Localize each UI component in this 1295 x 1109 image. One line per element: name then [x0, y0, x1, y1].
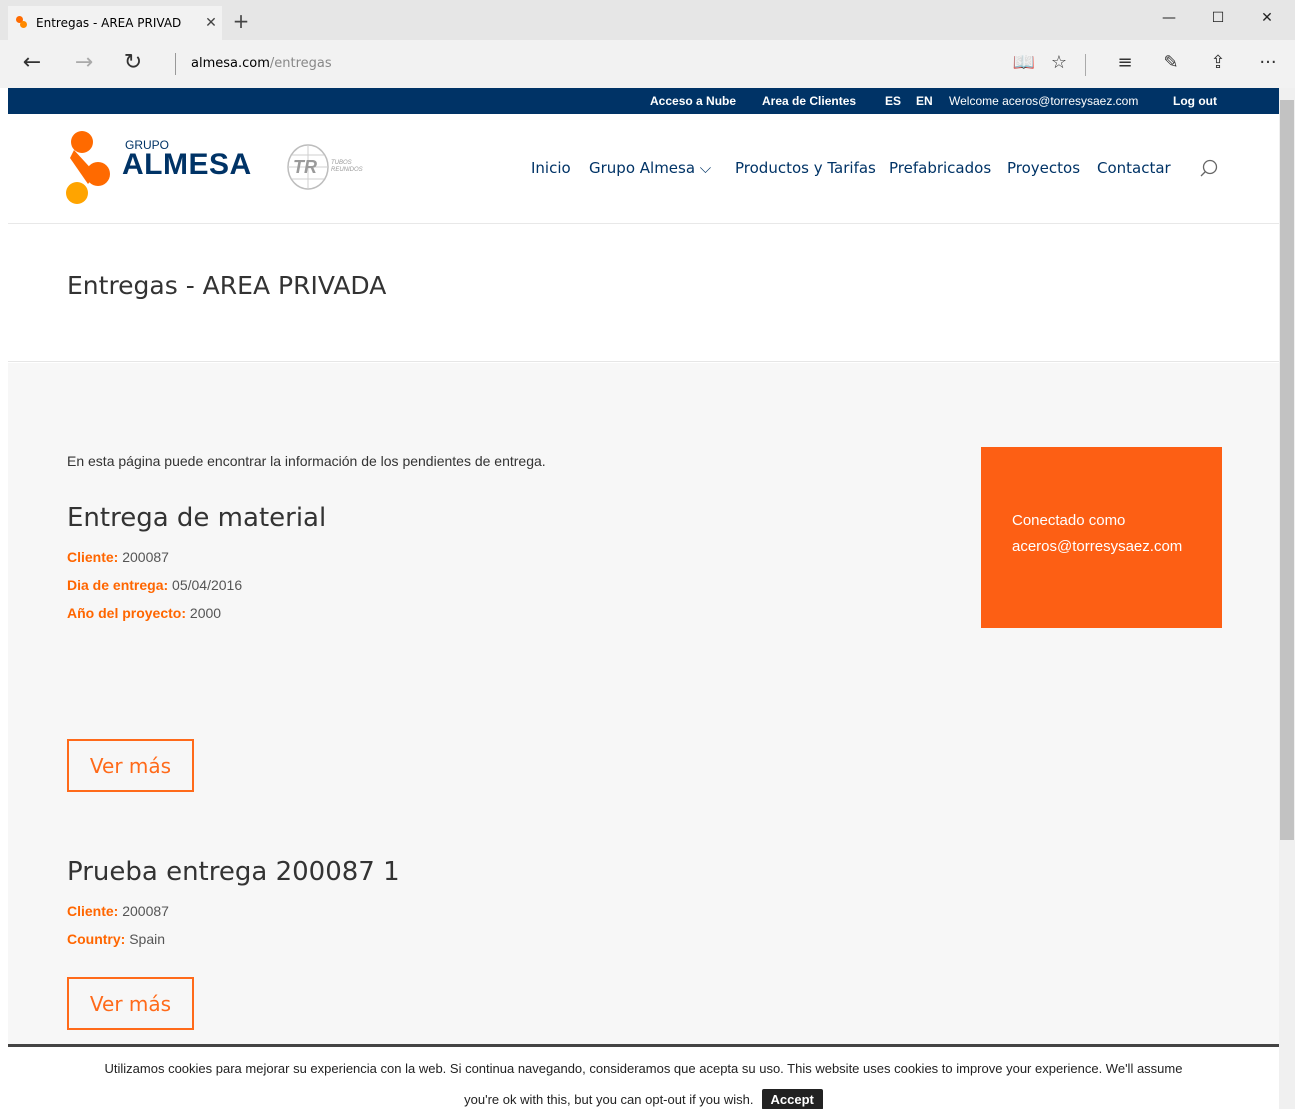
search-icon[interactable]: [1198, 158, 1220, 180]
field-value: 05/04/2016: [168, 577, 243, 593]
field-value: 2000: [186, 605, 222, 621]
reading-view-icon[interactable]: 📖: [1011, 52, 1037, 73]
entry-field-ano-proyecto: Año del proyecto: 2000: [67, 605, 221, 621]
connected-as-email: aceros@torresysaez.com: [1012, 538, 1183, 555]
minimize-icon[interactable]: —: [1154, 10, 1184, 26]
cookie-text-line2-wrap: you're ok with this, but you can opt-out…: [8, 1089, 1279, 1109]
url-host: almesa.com: [191, 56, 270, 71]
field-value: 200087: [118, 549, 169, 565]
intro-text: En esta página puede encontrar la inform…: [67, 453, 546, 469]
connected-as-label: Conectado como: [1012, 512, 1126, 529]
lang-en-link[interactable]: EN: [916, 94, 933, 108]
tubos-reunidos-logo-icon: TR TUBOS REUNIDOS: [287, 144, 363, 190]
web-page: Acceso a Nube Area de Clientes ES EN Wel…: [8, 88, 1279, 1109]
page-title: Entregas - AREA PRIVADA: [67, 271, 387, 300]
back-icon[interactable]: ←: [17, 50, 47, 75]
tab-close-icon[interactable]: ✕: [200, 15, 222, 31]
web-note-icon[interactable]: ✎: [1158, 52, 1184, 73]
scrollbar-thumb[interactable]: [1280, 100, 1294, 840]
url-path: /entregas: [269, 56, 332, 71]
address-field[interactable]: almesa.com/entregas: [191, 56, 332, 71]
svg-text:REUNIDOS: REUNIDOS: [331, 167, 363, 173]
main-content: En esta página puede encontrar la inform…: [8, 363, 1279, 1109]
entry-field-country: Country: Spain: [67, 931, 165, 947]
lang-es-link[interactable]: ES: [885, 94, 901, 108]
entry-field-cliente: Cliente: 200087: [67, 549, 169, 565]
connected-as-box: Conectado como aceros@torresysaez.com: [981, 447, 1222, 628]
cookie-text-line2: you're ok with this, but you can opt-out…: [464, 1092, 754, 1107]
svg-text:TUBOS: TUBOS: [331, 160, 352, 166]
cookie-banner: Utilizamos cookies para mejorar su exper…: [8, 1044, 1279, 1109]
forward-icon[interactable]: →: [69, 50, 99, 75]
hub-icon[interactable]: ≡: [1112, 52, 1138, 73]
entry-field-cliente: Cliente: 200087: [67, 903, 169, 919]
url-divider: [175, 53, 176, 75]
tab-title: Entregas - AREA PRIVAD: [36, 16, 182, 30]
nav-inicio[interactable]: Inicio: [531, 159, 571, 177]
nav-grupo-almesa[interactable]: Grupo Almesa ⌵: [589, 159, 711, 177]
welcome-text: Welcome aceros@torresysaez.com: [949, 94, 1139, 108]
entry-field-dia-entrega: Dia de entrega: 05/04/2016: [67, 577, 242, 593]
nav-productos-tarifas[interactable]: Productos y Tarifas: [735, 159, 876, 177]
acceso-nube-link[interactable]: Acceso a Nube: [650, 94, 736, 108]
ver-mas-button[interactable]: Ver más: [67, 977, 194, 1030]
maximize-icon[interactable]: ☐: [1203, 10, 1233, 26]
more-icon[interactable]: ···: [1255, 52, 1281, 73]
browser-toolbar: ← → ↻ almesa.com/entregas 📖 ☆ ≡ ✎ ⇪ ···: [0, 40, 1295, 88]
site-header: GRUPO ALMESA TR TUBOS REUNIDOS Inicio Gr…: [8, 114, 1279, 224]
area-clientes-link[interactable]: Area de Clientes: [762, 94, 856, 108]
svg-text:TR: TR: [293, 157, 317, 177]
share-icon[interactable]: ⇪: [1205, 52, 1231, 73]
top-utility-bar: Acceso a Nube Area de Clientes ES EN Wel…: [8, 88, 1279, 114]
toolbar-divider: [1085, 54, 1086, 76]
field-value: Spain: [125, 931, 166, 947]
almesa-logo-icon[interactable]: [64, 130, 124, 205]
ver-mas-button[interactable]: Ver más: [67, 739, 194, 792]
refresh-icon[interactable]: ↻: [118, 50, 148, 75]
logo-almesa-text: ALMESA: [122, 148, 252, 181]
browser-tab[interactable]: Entregas - AREA PRIVAD ✕: [8, 6, 222, 40]
field-label: Cliente:: [67, 903, 119, 919]
accept-cookies-button[interactable]: Accept: [761, 1089, 823, 1109]
entry-title: Entrega de material: [67, 503, 327, 533]
browser-tabbar: Entregas - AREA PRIVAD ✕ + — ☐ ✕: [0, 0, 1295, 40]
site-favicon-icon: [16, 16, 28, 30]
new-tab-icon[interactable]: +: [230, 9, 252, 33]
favorite-star-icon[interactable]: ☆: [1046, 52, 1072, 73]
field-label: Country:: [67, 931, 126, 947]
field-label: Cliente:: [67, 549, 119, 565]
cookie-text-line1: Utilizamos cookies para mejorar su exper…: [104, 1061, 1183, 1076]
page-title-bar: Entregas - AREA PRIVADA: [8, 225, 1279, 362]
entry-title: Prueba entrega 200087 1: [67, 857, 400, 887]
logout-link[interactable]: Log out: [1173, 94, 1217, 108]
field-label: Año del proyecto:: [67, 605, 187, 621]
field-value: 200087: [118, 903, 169, 919]
nav-prefabricados[interactable]: Prefabricados: [889, 159, 991, 177]
field-label: Dia de entrega:: [67, 577, 169, 593]
nav-contactar[interactable]: Contactar: [1097, 159, 1171, 177]
nav-proyectos[interactable]: Proyectos: [1007, 159, 1080, 177]
window-close-icon[interactable]: ✕: [1252, 10, 1282, 26]
